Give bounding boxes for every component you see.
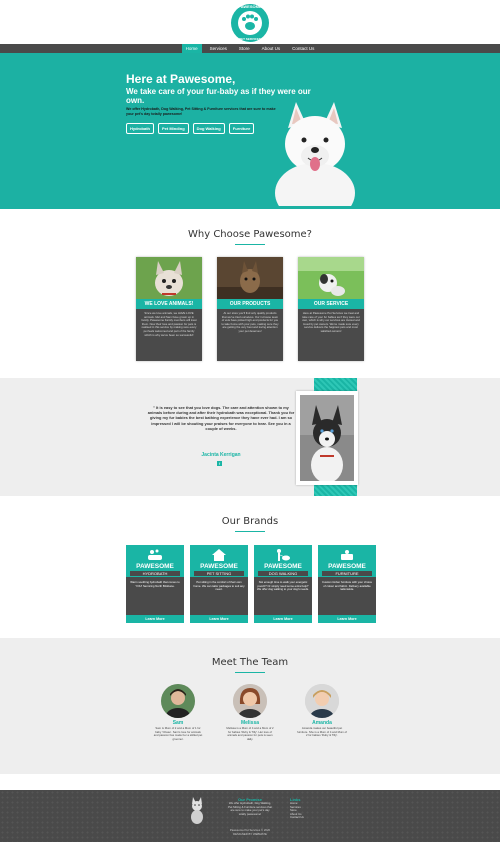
avatar xyxy=(305,684,339,718)
why-underline xyxy=(235,244,265,245)
dog-walking-button[interactable]: Dog Walking xyxy=(192,123,225,134)
furniture-button[interactable]: Furniture xyxy=(228,123,255,134)
why-card-text: Since we love animals, we HAVE LOVE anim… xyxy=(141,311,197,337)
learn-more-button[interactable]: Learn More xyxy=(318,615,376,623)
house-icon xyxy=(212,549,226,561)
member-text: Sam is Mum of 2 and a Mum of 1 fur baby … xyxy=(153,726,203,741)
footer-dog-logo xyxy=(188,796,206,824)
brand-dog-walking: PAWESOME DOG WALKING Not enough time to … xyxy=(254,545,312,623)
brand-hydrobath: PAWESOME HYDROBATH Warm soothing hydroba… xyxy=(126,545,184,623)
why-card-label: WE LOVE ANIMALS! xyxy=(136,299,202,309)
hero-text: We offer Hydrobath, Dog Walking, Pet Sit… xyxy=(126,107,276,116)
nav-contact[interactable]: Contact Us xyxy=(288,44,318,53)
brand-sub: HYDROBATH xyxy=(130,571,180,576)
why-card-text: Here at Pawesome Pet Services we treat a… xyxy=(302,311,360,333)
why-card-text: At our store you'll find only quality pr… xyxy=(221,311,279,333)
hero-buttons: Hydrobath Pet Minding Dog Walking Furnit… xyxy=(126,123,255,134)
member-text: Amanda makes our beautiful pet furniture… xyxy=(297,726,347,738)
brand-pet-sitting: PAWESOME PET SITTING Pet sitting in the … xyxy=(190,545,248,623)
testimonial-quote: " It is easy to see that you love dogs. … xyxy=(147,405,295,431)
brand-furniture: PAWESOME FURNITURE Custom timber furnitu… xyxy=(318,545,376,623)
member-text: Melissa is a Mum of 4 and a Mum of 2 fur… xyxy=(226,726,274,741)
why-card-label: OUR SERVICE xyxy=(298,299,364,309)
main-nav: Home Services Store About Us Contact Us xyxy=(0,44,500,53)
logo-top-text: PAWESOME xyxy=(238,4,262,9)
brand-name: PAWESOME xyxy=(200,563,238,570)
learn-more-button[interactable]: Learn More xyxy=(254,615,312,623)
husky-photo-frame xyxy=(296,391,358,485)
team-underline xyxy=(235,672,265,673)
why-card-service: OUR SERVICE Here at Pawesome Pet Service… xyxy=(298,257,364,361)
brand-text: Custom timber furniture with your choice… xyxy=(321,580,373,592)
site-logo[interactable]: PAWESOME PET SERVICES xyxy=(226,2,274,44)
hydrobath-button[interactable]: Hydrobath xyxy=(126,123,154,134)
facebook-icon[interactable]: f xyxy=(217,461,222,466)
learn-more-button[interactable]: Learn More xyxy=(190,615,248,623)
credit-text[interactable]: DESIGNED BY WEBMATE xyxy=(0,832,500,837)
team-title: Meet The Team xyxy=(211,657,289,668)
bathtub-icon xyxy=(148,549,162,560)
learn-more-button[interactable]: Learn More xyxy=(126,615,184,623)
brand-sub: DOG WALKING xyxy=(258,571,308,576)
husky-image xyxy=(300,395,354,481)
why-card-label: OUR PRODUCTS xyxy=(217,299,283,309)
brand-name: PAWESOME xyxy=(136,563,174,570)
puppy-image xyxy=(298,257,364,299)
footer-copyright: Pawesome Pet Services © 2020 DESIGNED BY… xyxy=(0,828,500,837)
team-member-melissa: Melissa Melissa is a Mum of 4 and a Mum … xyxy=(225,684,275,741)
why-card-products: OUR PRODUCTS At our store you'll find on… xyxy=(217,257,283,361)
testimonial-section xyxy=(0,378,500,496)
avatar xyxy=(233,684,267,718)
nav-services[interactable]: Services xyxy=(206,44,231,53)
team-member-amanda: Amanda Amanda makes our beautiful pet fu… xyxy=(297,684,347,738)
nav-home[interactable]: Home xyxy=(181,44,202,53)
brand-text: Pet sitting in the comfort of their own … xyxy=(193,580,245,592)
brand-name: PAWESOME xyxy=(328,563,366,570)
french-bulldog-image xyxy=(136,257,202,299)
brands-title: Our Brands xyxy=(221,516,279,527)
brand-sub: PET SITTING xyxy=(194,571,244,576)
why-card-love: WE LOVE ANIMALS! Since we love animals, … xyxy=(136,257,202,361)
dog-walking-icon xyxy=(277,549,290,561)
brand-text: Not enough time to walk your energetic p… xyxy=(257,580,309,592)
footer-links: Links Home Services Store About Us Conta… xyxy=(290,797,320,820)
footer-promise: Our Promise We offer Hydrobath, Dog Walk… xyxy=(228,797,272,816)
promise-text: We offer Hydrobath, Dog Walking, Pet Sit… xyxy=(228,801,272,816)
nav-about[interactable]: About Us xyxy=(258,44,285,53)
testimonial-author: Jacinta Kerrigan xyxy=(201,452,241,458)
brand-text: Warm soothing hydrobath that comes to YO… xyxy=(130,580,180,588)
team-member-sam: Sam Sam is Mum of 2 and a Mum of 1 fur b… xyxy=(153,684,203,741)
hero-title: Here at Pawesome, xyxy=(126,72,236,86)
dog-products-image xyxy=(217,257,283,299)
logo-bottom-text: PET SERVICES xyxy=(239,37,261,41)
why-title: Why Choose Pawesome? xyxy=(188,229,312,240)
brand-name: PAWESOME xyxy=(264,563,302,570)
avatar xyxy=(161,684,195,718)
footer-link-contact[interactable]: Contact Us xyxy=(290,816,320,820)
hero-dog-image xyxy=(270,98,360,223)
brands-underline xyxy=(235,531,265,532)
pet-bed-icon xyxy=(341,550,353,560)
brand-sub: FURNITURE xyxy=(322,571,372,576)
nav-store[interactable]: Store xyxy=(235,44,254,53)
pet-minding-button[interactable]: Pet Minding xyxy=(158,123,189,134)
